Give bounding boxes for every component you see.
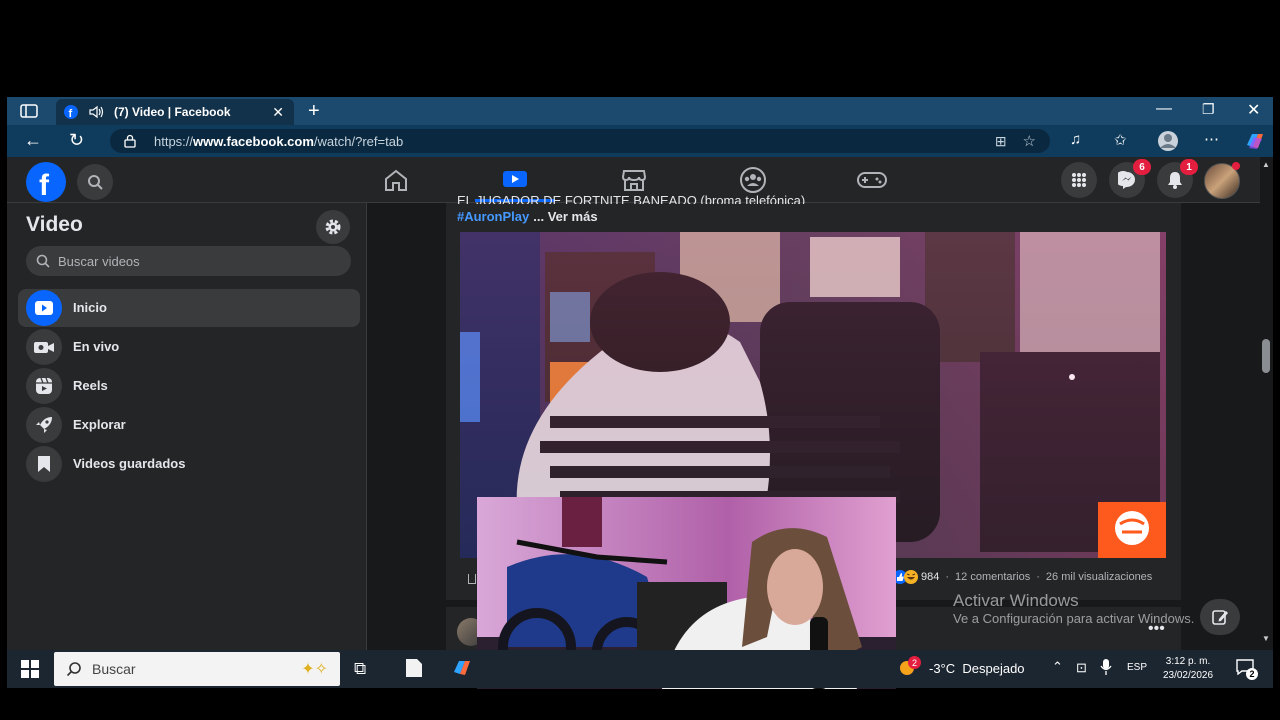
favorites-icon[interactable]: ✩ — [1114, 131, 1127, 149]
gaming-icon[interactable] — [857, 170, 887, 190]
post-title-clipped: EL JUGADOR DE FORTNITE BANEADO (broma te… — [457, 192, 1157, 204]
profile-icon[interactable] — [1157, 130, 1179, 152]
sidebar-title: Video — [26, 213, 83, 236]
windows-start-icon[interactable] — [21, 660, 39, 678]
svg-text:f: f — [39, 169, 50, 202]
url-field[interactable]: https:// www.facebook.com /watch/?ref=ta… — [110, 129, 1050, 153]
video-play-icon — [26, 289, 62, 326]
tray-device-icon[interactable]: ⊡ — [1076, 660, 1087, 676]
live-camera-icon — [26, 328, 62, 365]
sidebar-item-label: Videos guardados — [73, 456, 186, 471]
video-nav-icon[interactable] — [502, 168, 528, 190]
messenger-badge: 6 — [1133, 159, 1151, 175]
copilot-icon[interactable] — [1244, 131, 1266, 151]
reels-icon — [26, 367, 62, 404]
sidebar-item-inicio[interactable]: Inicio — [26, 288, 107, 327]
scrollbar-thumb[interactable] — [1262, 339, 1270, 373]
url-host: www.facebook.com — [193, 133, 314, 149]
taskbar-search-box[interactable]: Buscar ✦✧ — [54, 652, 340, 686]
close-tab-icon[interactable]: ✕ — [272, 104, 284, 121]
marketplace-icon[interactable] — [621, 168, 647, 192]
comment-count[interactable]: 12 comentarios — [955, 571, 1030, 583]
url-path: /watch/?ref=tab — [313, 133, 404, 149]
search-icon — [36, 254, 50, 268]
sidebar-search-placeholder: Buscar videos — [58, 253, 140, 269]
notification-count-badge: 2 — [1246, 668, 1258, 680]
post-action-icon[interactable] — [468, 574, 476, 584]
taskbar-search-placeholder: Buscar — [92, 661, 136, 677]
home-icon[interactable] — [383, 168, 409, 192]
sidebar-item-videos-guardados[interactable]: Videos guardados — [26, 444, 185, 483]
taskbar-search-icon — [66, 661, 82, 677]
speaker-icon[interactable] — [88, 105, 104, 119]
svg-text:f: f — [69, 108, 73, 119]
favorite-star-icon[interactable]: ☆ — [1023, 132, 1036, 150]
reaction-count[interactable]: 984 — [921, 571, 939, 583]
view-count: 26 mil visualizaciones — [1045, 571, 1153, 583]
haha-reaction-icon — [904, 570, 918, 584]
file-explorer-icon[interactable] — [405, 658, 423, 678]
avatar-alert-dot — [1232, 162, 1240, 170]
scroll-up-icon[interactable]: ▲ — [1262, 160, 1270, 169]
settings-gear-icon[interactable] — [316, 210, 350, 244]
sidebar-item-label: En vivo — [73, 339, 120, 354]
weather-badge: 2 — [908, 656, 921, 669]
url-prefix: https:// — [154, 133, 194, 149]
back-icon[interactable]: ← — [24, 130, 42, 151]
notifications-badge: 1 — [1180, 159, 1198, 175]
clock[interactable]: 3:12 p. m. 23/02/2026 — [1158, 655, 1218, 683]
clock-time: 3:12 p. m. — [1165, 656, 1211, 667]
sidebar-item-en-vivo[interactable]: En vivo — [26, 327, 119, 366]
post-stats: 984 · 12 comentarios · 26 mil visualizac… — [893, 570, 1152, 584]
app-available-icon[interactable]: ⊞ — [995, 133, 1007, 150]
post-title: EL JUGADOR DE FORTNITE BANEADO (broma te… — [457, 193, 806, 204]
refresh-icon[interactable]: ↻ — [69, 130, 84, 151]
sparkle-icon: ✦✧ — [301, 661, 328, 678]
sidebar-toggle-icon[interactable] — [20, 103, 38, 119]
new-tab-icon[interactable]: + — [308, 100, 320, 123]
see-more-link[interactable]: ... Ver más — [533, 209, 597, 224]
sidebar-item-reels[interactable]: Reels — [26, 366, 108, 405]
rocket-icon — [26, 406, 62, 443]
weather-text[interactable]: -3°C Despejado — [929, 661, 1025, 676]
copilot-taskbar-icon[interactable] — [451, 658, 473, 678]
fb-search-icon[interactable] — [77, 164, 113, 200]
new-message-icon[interactable] — [1200, 599, 1240, 635]
facebook-logo-icon[interactable]: f — [26, 162, 66, 202]
post-caption: #AuronPlay ... Ver más — [457, 209, 598, 224]
language-indicator[interactable]: ESP — [1127, 662, 1147, 673]
tab-title: (7) Video | Facebook — [114, 105, 231, 119]
task-view-icon[interactable]: ⧉ — [354, 659, 366, 679]
minimize-icon[interactable]: — — [1156, 100, 1172, 118]
restore-icon[interactable]: ❐ — [1202, 101, 1215, 118]
sidebar-search-input[interactable]: Buscar videos — [26, 246, 351, 276]
music-icon[interactable]: ♫ — [1070, 131, 1081, 148]
scroll-down-icon[interactable]: ▼ — [1262, 634, 1270, 643]
sidebar-item-label: Explorar — [73, 417, 126, 432]
watermark-subtitle: Ve a Configuración para activar Windows. — [953, 611, 1195, 626]
close-window-icon[interactable]: ✕ — [1247, 100, 1260, 120]
browser-tab[interactable]: f (7) Video | Facebook ✕ — [56, 99, 294, 125]
bookmark-icon — [26, 445, 62, 482]
lock-icon[interactable] — [124, 134, 136, 148]
page-scrollbar[interactable] — [1260, 157, 1273, 650]
microphone-icon[interactable] — [1100, 659, 1112, 675]
watermark-title: Activar Windows — [953, 591, 1079, 610]
sidebar-item-label: Inicio — [73, 300, 107, 315]
sidebar-item-explorar[interactable]: Explorar — [26, 405, 126, 444]
groups-icon[interactable] — [739, 167, 767, 193]
facebook-favicon-icon: f — [64, 105, 78, 119]
more-options-icon[interactable]: ⋯ — [1204, 130, 1219, 148]
hashtag-link[interactable]: #AuronPlay — [457, 209, 529, 224]
clock-date: 23/02/2026 — [1162, 670, 1214, 681]
tray-chevron-icon[interactable]: ⌃ — [1052, 659, 1063, 675]
sidebar-item-label: Reels — [73, 378, 108, 393]
